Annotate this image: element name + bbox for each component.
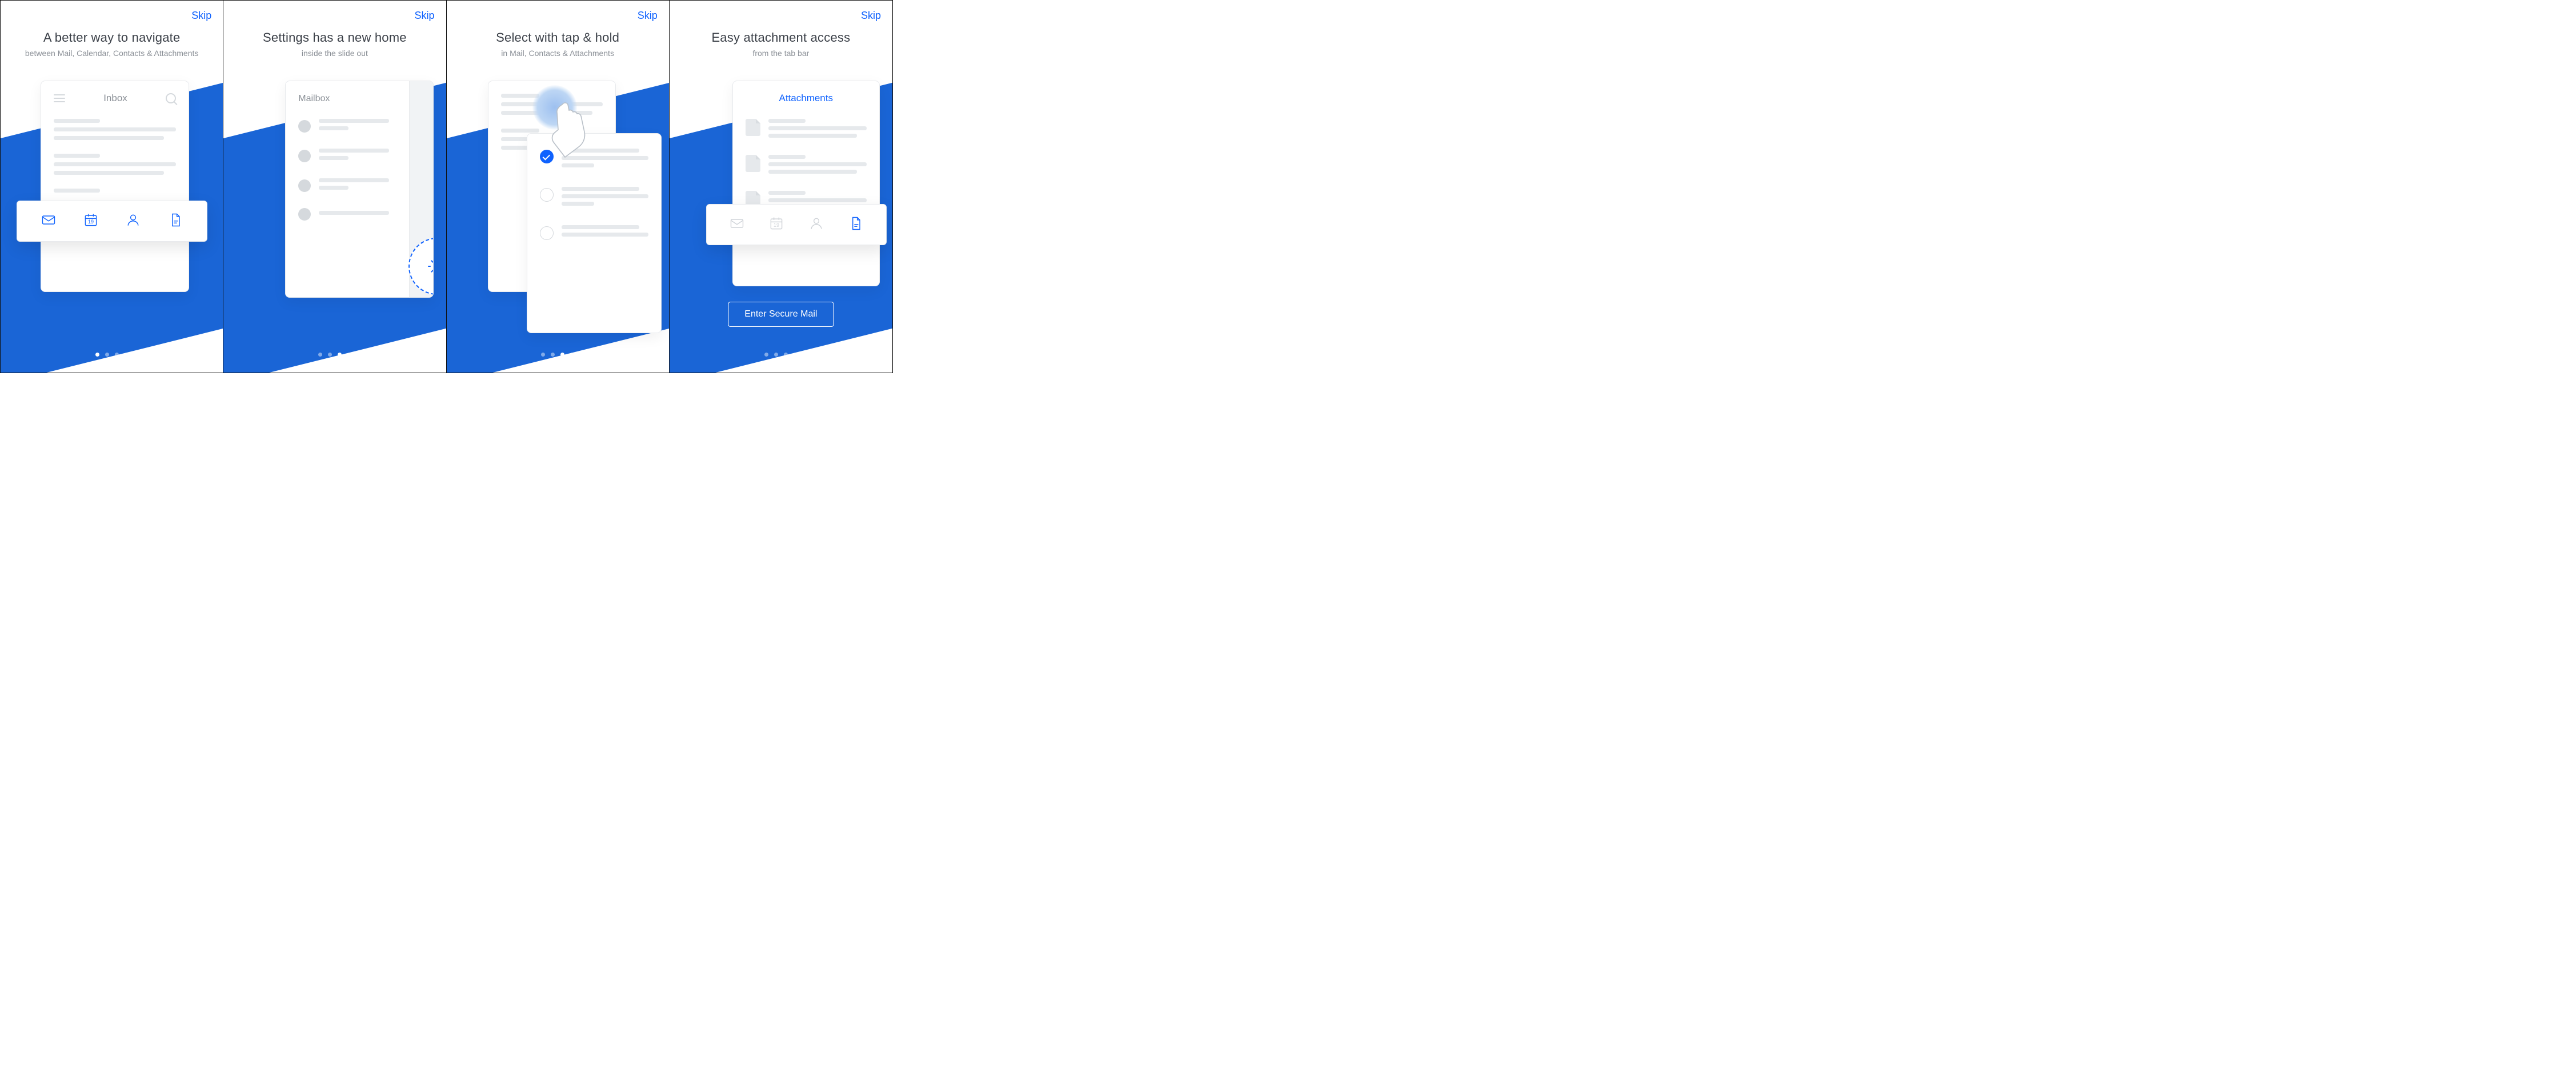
skip-button[interactable]: Skip — [638, 10, 658, 22]
calendar-day-label: 19 — [83, 219, 99, 225]
screen-title: A better way to navigate — [7, 30, 216, 45]
page-dot — [105, 353, 109, 357]
attachments-icon[interactable] — [848, 215, 864, 234]
unchecked-icon — [540, 226, 554, 240]
selection-front-card — [527, 133, 662, 333]
calendar-icon[interactable]: 19 — [83, 212, 99, 231]
search-icon — [166, 93, 176, 103]
message-placeholder — [54, 189, 176, 193]
enter-secure-mail-button[interactable]: Enter Secure Mail — [728, 302, 834, 327]
list-item — [298, 178, 396, 193]
page-dot — [774, 353, 778, 357]
onboarding-screen-2: Skip Settings has a new home inside the … — [223, 1, 446, 373]
page-dot — [318, 353, 322, 357]
onboarding-screen-3: Skip Select with tap & hold in Mail, Con… — [447, 1, 670, 373]
mail-icon[interactable] — [41, 212, 57, 231]
page-dot — [764, 353, 768, 357]
page-dot — [115, 353, 119, 357]
list-item — [298, 149, 396, 163]
menu-icon — [54, 94, 65, 102]
page-dot — [784, 353, 788, 357]
avatar-icon — [298, 179, 311, 192]
list-item — [298, 208, 396, 221]
attachments-title: Attachments — [746, 93, 867, 104]
message-placeholder — [54, 119, 176, 140]
screen-subtitle: from the tab bar — [676, 49, 886, 58]
heading-block: A better way to navigate between Mail, C… — [1, 30, 223, 58]
list-item — [746, 155, 867, 177]
onboarding-carousel: Skip A better way to navigate between Ma… — [0, 0, 893, 373]
skip-button[interactable]: Skip — [414, 10, 434, 22]
page-dot — [794, 353, 798, 357]
contacts-icon[interactable] — [125, 212, 141, 231]
tab-bar: 19 — [17, 201, 207, 242]
page-dot — [541, 353, 545, 357]
heading-block: Select with tap & hold in Mail, Contacts… — [447, 30, 669, 58]
screen-title: Select with tap & hold — [454, 30, 662, 45]
calendar-icon[interactable]: 19 — [768, 215, 784, 234]
inbox-header: Inbox — [54, 93, 176, 104]
file-icon — [746, 155, 760, 172]
skip-button[interactable]: Skip — [861, 10, 881, 22]
file-icon — [746, 119, 760, 136]
mailbox-title: Mailbox — [298, 94, 396, 104]
onboarding-screen-4: Skip Easy attachment access from the tab… — [670, 1, 892, 373]
unchecked-icon — [540, 188, 554, 202]
tab-bar: 19 — [706, 204, 887, 245]
page-dots — [670, 353, 892, 357]
list-item — [540, 225, 648, 240]
heading-block: Easy attachment access from the tab bar — [670, 30, 892, 58]
page-dot — [560, 353, 564, 357]
page-dot — [570, 353, 574, 357]
skip-button[interactable]: Skip — [191, 10, 211, 22]
screen-subtitle: inside the slide out — [230, 49, 439, 58]
mail-icon[interactable] — [729, 215, 745, 234]
list-item — [540, 187, 648, 209]
calendar-day-label: 19 — [768, 222, 784, 228]
heading-block: Settings has a new home inside the slide… — [223, 30, 446, 58]
list-item — [746, 119, 867, 141]
screen-subtitle: in Mail, Contacts & Attachments — [454, 49, 662, 58]
onboarding-screen-1: Skip A better way to navigate between Ma… — [1, 1, 223, 373]
attachments-preview-card: Attachments — [732, 81, 880, 286]
screen-title: Easy attachment access — [676, 30, 886, 45]
avatar-icon — [298, 208, 311, 221]
mailbox-preview-card: Mailbox — [285, 81, 434, 298]
message-placeholder — [54, 154, 176, 175]
page-dot — [347, 353, 351, 357]
pointing-hand-icon — [545, 98, 596, 161]
inbox-title: Inbox — [103, 93, 127, 104]
page-dots — [447, 353, 669, 357]
page-dot — [125, 353, 129, 357]
avatar-icon — [298, 120, 311, 133]
contacts-icon[interactable] — [808, 215, 824, 234]
page-dot — [551, 353, 555, 357]
gear-icon — [427, 256, 434, 277]
screen-title: Settings has a new home — [230, 30, 439, 45]
inbox-preview-card: Inbox — [41, 81, 189, 292]
list-item — [298, 119, 396, 134]
screen-subtitle: between Mail, Calendar, Contacts & Attac… — [7, 49, 216, 58]
page-dot — [95, 353, 99, 357]
page-dot — [338, 353, 342, 357]
avatar-icon — [298, 150, 311, 162]
page-dot — [328, 353, 332, 357]
page-dots — [223, 353, 446, 357]
attachments-icon[interactable] — [167, 212, 183, 231]
page-dots — [1, 353, 223, 357]
